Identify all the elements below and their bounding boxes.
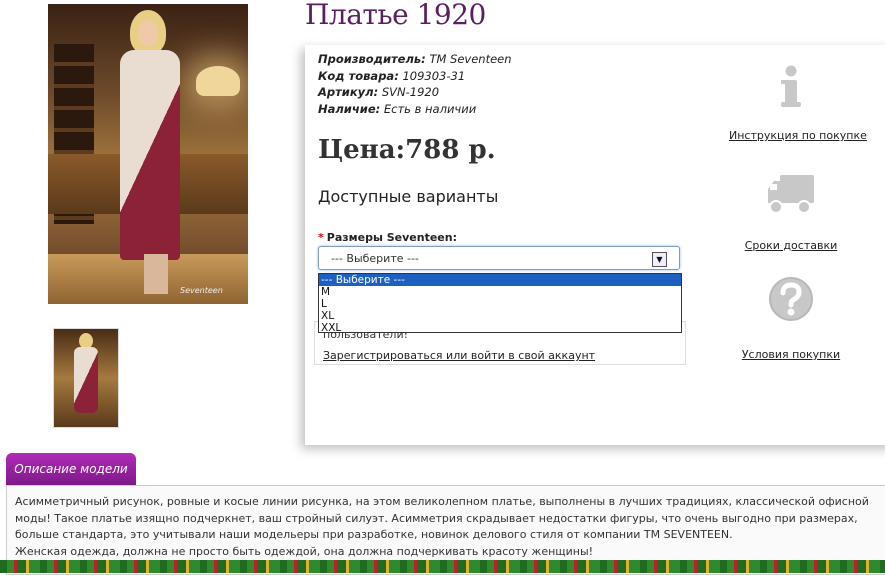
- size-option[interactable]: XXL: [319, 322, 681, 334]
- availability-row: Наличие: Есть в наличии: [318, 101, 512, 118]
- register-login-link[interactable]: Зарегистрироваться или войти в свой акка…: [323, 349, 595, 362]
- size-option[interactable]: XL: [319, 310, 681, 322]
- required-mark: *: [318, 231, 324, 244]
- tab-description[interactable]: Описание модели: [6, 453, 136, 485]
- availability-label: Наличие:: [318, 101, 381, 116]
- question-icon: [769, 277, 813, 321]
- photo-lamp: [196, 66, 240, 96]
- photo-watermark: Seventeen: [180, 286, 223, 295]
- article-row: Артикул: SVN-1920: [318, 84, 512, 101]
- manufacturer-label: Производитель:: [318, 52, 426, 66]
- size-label: * Размеры Seventeen:: [318, 231, 457, 244]
- photo-model-face: [138, 20, 158, 46]
- article-label: Артикул:: [318, 85, 379, 99]
- chevron-down-icon[interactable]: ▼: [652, 252, 667, 267]
- size-select[interactable]: --- Выберите --- ▼: [318, 246, 680, 270]
- description-text: Асимметричный рисунок, ровные и косые ли…: [15, 494, 883, 560]
- manufacturer-value[interactable]: TM Seventeen: [429, 52, 511, 66]
- sidebar-item-label[interactable]: Условия покупки: [742, 348, 840, 361]
- manufacturer-row: Производитель: TM Seventeen: [318, 51, 512, 68]
- product-thumbnail[interactable]: [53, 328, 119, 428]
- product-meta: Производитель: TM Seventeen Код товара: …: [318, 51, 512, 117]
- size-option[interactable]: M: [319, 286, 681, 298]
- sidebar-item-label[interactable]: Инструкция по покупке: [729, 129, 867, 142]
- size-select-value: --- Выберите ---: [331, 252, 419, 265]
- variants-heading: Доступные варианты: [318, 187, 499, 206]
- description-paragraph: Женская одежда, должна не просто быть од…: [15, 544, 594, 558]
- sidebar-item-instructions[interactable]: Инструкция по покупке: [729, 65, 867, 142]
- description-paragraph: Асимметричный рисунок, ровные и косые ли…: [15, 495, 869, 541]
- article-value: SVN-1920: [381, 85, 440, 99]
- photo-model-legs: [144, 254, 168, 294]
- sidebar-item-label[interactable]: Сроки доставки: [745, 239, 838, 252]
- code-label: Код товара:: [318, 68, 399, 83]
- info-icon: [781, 65, 801, 107]
- product-info-panel: Производитель: TM Seventeen Код товара: …: [305, 45, 885, 445]
- product-title: Платье 1920: [305, 0, 486, 31]
- size-label-text: Размеры Seventeen:: [326, 231, 457, 244]
- sidebar-item-terms[interactable]: Условия покупки: [729, 276, 853, 361]
- code-row: Код товара: 109303-31: [318, 68, 512, 85]
- code-value: 109303-31: [402, 68, 466, 83]
- christmas-garland-decoration: [0, 560, 885, 573]
- product-price: Цена:788 р.: [318, 135, 496, 165]
- thumb-model-dress: [74, 347, 98, 413]
- sidebar-item-delivery[interactable]: Сроки доставки: [729, 173, 853, 252]
- truck-icon: [768, 175, 814, 214]
- product-main-photo[interactable]: Seventeen: [48, 4, 248, 304]
- photo-model-dress: [120, 50, 180, 260]
- size-options-list[interactable]: --- Выберите --- M L XL XXL: [318, 273, 682, 334]
- size-option[interactable]: --- Выберите ---: [319, 274, 681, 286]
- availability-value: Есть в наличии: [383, 101, 477, 116]
- size-option[interactable]: L: [319, 298, 681, 310]
